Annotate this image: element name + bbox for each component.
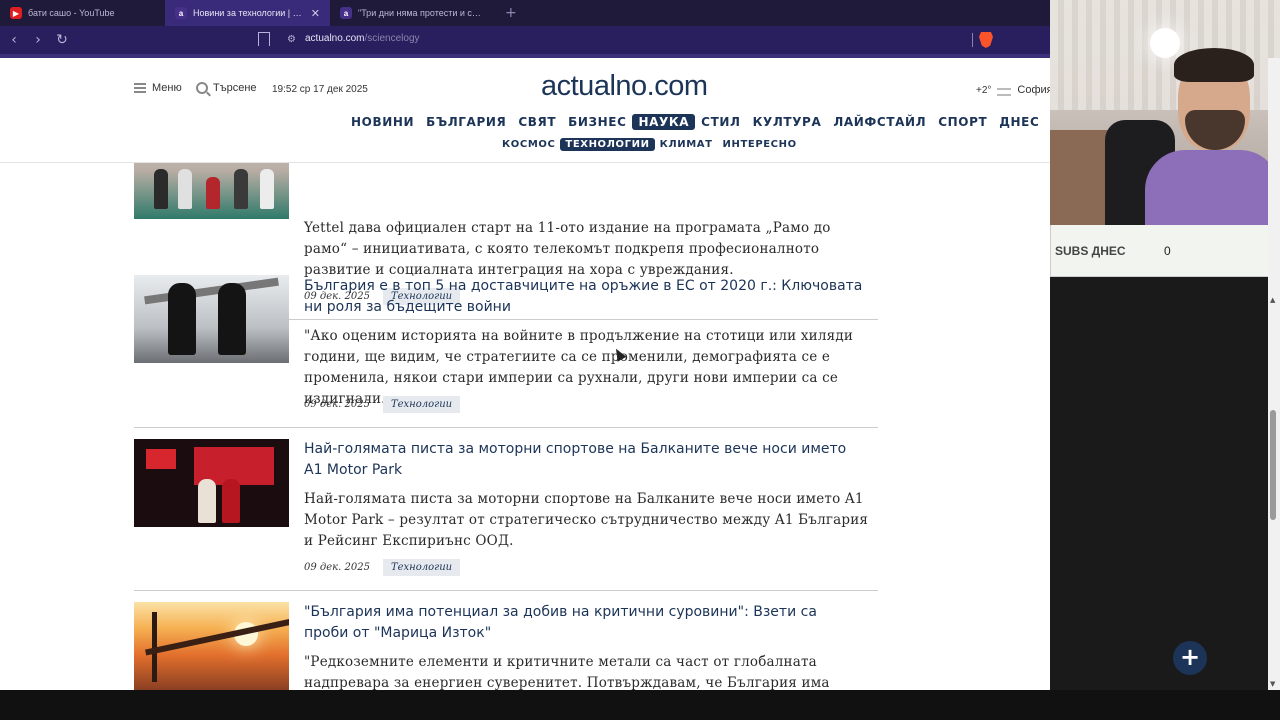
article-meta: 09 дек. 2025 Технологии bbox=[304, 559, 461, 576]
article-thumbnail[interactable] bbox=[134, 602, 289, 690]
nav-item-dnes[interactable]: ДНЕС bbox=[993, 114, 1045, 130]
bookmark-icon[interactable] bbox=[258, 32, 270, 46]
main-navigation: НОВИНИ БЪЛГАРИЯ СВЯТ БИЗНЕС НАУКА СТИЛ К… bbox=[345, 114, 1045, 130]
site-logo[interactable]: actualno.com bbox=[541, 70, 708, 103]
tab-title: Новини за технологии | Actualno bbox=[193, 8, 305, 18]
thumbnail-bridge bbox=[145, 618, 289, 656]
thumbnail-figure bbox=[154, 169, 168, 209]
article-title[interactable]: "България има потенциал за добив на крит… bbox=[304, 602, 864, 644]
thumbnail-weapon bbox=[144, 277, 279, 305]
nav-item-stil[interactable]: СТИЛ bbox=[695, 114, 746, 130]
webcam-person-hair bbox=[1174, 48, 1254, 82]
webcam-shelf bbox=[1050, 130, 1110, 225]
web-page: Меню Търсене 19:52 ср 17 дек 2025 actual… bbox=[0, 58, 1050, 690]
youtube-icon: ▶ bbox=[10, 7, 22, 19]
forward-icon[interactable]: › bbox=[28, 32, 48, 48]
nav-item-sport[interactable]: СПОРТ bbox=[932, 114, 993, 130]
temperature: +2° bbox=[976, 84, 992, 96]
back-icon[interactable]: ‹ bbox=[4, 32, 24, 48]
subs-label: SUBS ДНЕС bbox=[1055, 244, 1126, 258]
new-tab-icon[interactable]: + bbox=[495, 5, 527, 21]
webcam-overlay bbox=[1050, 0, 1280, 225]
close-tab-icon[interactable]: ✕ bbox=[311, 7, 320, 20]
toolbar-divider bbox=[972, 33, 973, 47]
article-excerpt: Най-голямата писта за моторни спортове н… bbox=[304, 491, 869, 549]
article-tag[interactable]: Технологии bbox=[382, 396, 461, 413]
nav-item-svyat[interactable]: СВЯТ bbox=[512, 114, 562, 130]
search-icon bbox=[196, 82, 208, 94]
article-excerpt: "Редкоземните елементи и критичните мета… bbox=[304, 654, 830, 690]
thumbnail-person bbox=[222, 479, 240, 523]
article-thumbnail[interactable] bbox=[134, 439, 289, 527]
webcam-person-body bbox=[1145, 150, 1280, 225]
search-button[interactable]: Търсене bbox=[196, 82, 257, 94]
reload-icon[interactable]: ↻ bbox=[52, 32, 72, 48]
browser-nav-bar: ‹ › ↻ ⚙ actualno.com/sciencelogy bbox=[0, 26, 1050, 54]
actualno-icon: a bbox=[340, 7, 352, 19]
add-button[interactable]: + bbox=[1173, 641, 1207, 675]
tab-title: "Три дни няма протести и се само bbox=[358, 8, 485, 18]
article-title[interactable]: България е в топ 5 на доставчиците на ор… bbox=[304, 276, 864, 318]
tab-actualno-protests[interactable]: a "Три дни няма протести и се само bbox=[330, 0, 495, 26]
url-path: /sciencelogy bbox=[364, 33, 420, 44]
scroll-up-icon[interactable]: ▲ bbox=[1270, 296, 1275, 304]
fog-icon bbox=[997, 87, 1012, 96]
article-date: 09 дек. 2025 bbox=[304, 562, 370, 573]
thumbnail-logo bbox=[146, 449, 176, 469]
subnav-item-interesno[interactable]: ИНТЕРЕСНО bbox=[718, 138, 802, 151]
city-name: София bbox=[1017, 84, 1050, 96]
subnav-item-tehnologii[interactable]: ТЕХНОЛОГИИ bbox=[560, 138, 655, 151]
menu-button[interactable]: Меню bbox=[134, 82, 182, 94]
tab-youtube[interactable]: ▶ бати сашо - YouTube bbox=[0, 0, 165, 26]
thumbnail-figure bbox=[178, 169, 192, 209]
nav-item-nauka[interactable]: НАУКА bbox=[632, 114, 696, 130]
sub-navigation: КОСМОС ТЕХНОЛОГИИ КЛИМАТ ИНТЕРЕСНО bbox=[497, 138, 802, 151]
nav-item-bulgaria[interactable]: БЪЛГАРИЯ bbox=[420, 114, 512, 130]
address-bar[interactable]: actualno.com/sciencelogy bbox=[305, 33, 420, 44]
article-divider bbox=[134, 427, 878, 428]
nav-item-novini[interactable]: НОВИНИ bbox=[345, 114, 420, 130]
thumbnail-figure bbox=[260, 169, 274, 209]
nav-item-biznes[interactable]: БИЗНЕС bbox=[562, 114, 632, 130]
search-label: Търсене bbox=[213, 82, 257, 94]
subnav-item-klimat[interactable]: КЛИМАТ bbox=[655, 138, 718, 151]
subs-counter-panel: SUBS ДНЕС 0 5 bbox=[1050, 225, 1280, 277]
article-excerpt: Yettel дава официален старт на 11-ото из… bbox=[304, 220, 831, 278]
browser-tab-bar: ▶ бати сашо - YouTube a Новини за технол… bbox=[0, 0, 1050, 26]
tab-actualno-technology[interactable]: a Новини за технологии | Actualno ✕ bbox=[165, 0, 330, 26]
webcam-light bbox=[1150, 28, 1180, 58]
hamburger-icon bbox=[134, 83, 146, 93]
article-thumbnail[interactable] bbox=[134, 275, 289, 363]
subs-value: 0 bbox=[1164, 244, 1171, 258]
scrollbar-thumb[interactable] bbox=[1270, 410, 1276, 520]
article-title[interactable]: Най-голямата писта за моторни спортове н… bbox=[304, 439, 864, 481]
thumbnail-figure bbox=[234, 169, 248, 209]
url-domain: actualno.com bbox=[305, 33, 365, 44]
screen-bottom-bar bbox=[0, 690, 1280, 720]
subnav-item-kosmos[interactable]: КОСМОС bbox=[497, 138, 560, 151]
brave-shield-icon[interactable] bbox=[979, 32, 993, 48]
article-date: 09 дек. 2025 bbox=[304, 399, 370, 410]
header-datetime: 19:52 ср 17 дек 2025 bbox=[272, 84, 368, 95]
site-header: Меню Търсене 19:52 ср 17 дек 2025 actual… bbox=[0, 58, 1050, 163]
article-card: "България има потенциал за добив на крит… bbox=[134, 602, 878, 690]
tab-title: бати сашо - YouTube bbox=[28, 8, 115, 18]
article-tag[interactable]: Технологии bbox=[382, 559, 461, 576]
menu-label: Меню bbox=[152, 82, 182, 94]
scrollbar[interactable] bbox=[1268, 58, 1280, 690]
thumbnail-soldier bbox=[168, 283, 196, 355]
nav-item-kultura[interactable]: КУЛТУРА bbox=[747, 114, 828, 130]
weather-widget[interactable]: +2° София bbox=[976, 84, 1050, 96]
actualno-icon: a bbox=[175, 7, 187, 19]
thumbnail-person bbox=[198, 479, 216, 523]
thumbnail-figure bbox=[206, 177, 220, 209]
article-divider bbox=[134, 590, 878, 591]
article-meta: 09 дек. 2025 Технологии bbox=[304, 396, 461, 413]
site-info-icon[interactable]: ⚙ bbox=[287, 34, 296, 45]
thumbnail-soldier bbox=[218, 283, 246, 355]
scroll-down-icon[interactable]: ▼ bbox=[1270, 680, 1275, 688]
nav-item-lifestyle[interactable]: ЛАЙФСТАЙЛ bbox=[827, 114, 932, 130]
